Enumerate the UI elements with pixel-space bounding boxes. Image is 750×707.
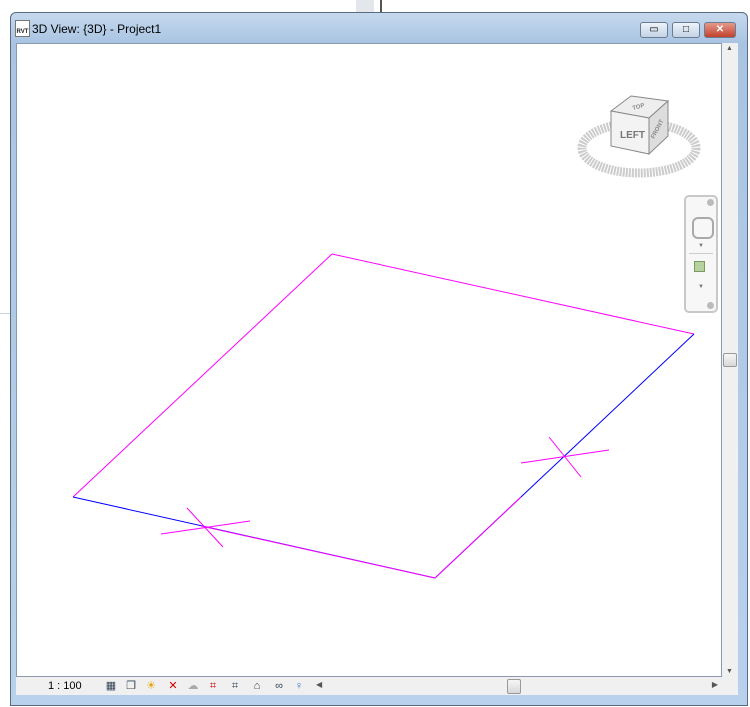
close-button[interactable]: ✕ (704, 22, 736, 38)
viewcube[interactable]: LEFT FRONT TOP (577, 95, 701, 178)
close-navbar-icon[interactable] (707, 199, 714, 206)
navbar-options-icon[interactable] (707, 302, 714, 309)
temporary-hide-icon[interactable]: ∞ (272, 679, 286, 693)
scroll-up-icon[interactable]: ▲ (726, 45, 733, 52)
sun-path-icon[interactable]: ☀ (144, 679, 158, 693)
crop-view-icon[interactable]: ⌗ (206, 679, 220, 693)
chevron-down-icon[interactable]: ▼ (698, 243, 704, 249)
navigation-bar: ▼ ▼ (684, 195, 718, 313)
cube-face-left-label: LEFT (620, 130, 645, 141)
reference-point-marker (160, 507, 251, 548)
lock-view-icon[interactable]: ⌂ (250, 679, 264, 693)
view-control-bar: 1 : 100 ▦ ❒ ☀ ✕ ☁ ⌗ ⌗ ⌂ ∞ ♀ ◀ ▶ (16, 677, 738, 695)
plane-edge (434, 496, 522, 579)
steering-wheel-icon[interactable] (692, 217, 714, 239)
plane-edge (331, 253, 695, 335)
scroll-down-icon[interactable]: ▼ (726, 668, 733, 675)
model-drawing: LEFT FRONT TOP (72, 95, 701, 579)
shadows-icon[interactable]: ✕ (166, 679, 180, 693)
detail-level-icon[interactable]: ▦ (104, 679, 118, 693)
reveal-hidden-icon[interactable]: ♀ (292, 679, 306, 693)
plane-edge (200, 525, 436, 579)
plane-edge (72, 253, 333, 498)
zoom-region-icon[interactable] (694, 261, 705, 272)
scroll-right-icon[interactable]: ▶ (712, 680, 718, 689)
horizontal-scroll-thumb[interactable] (507, 679, 521, 694)
divider (689, 253, 713, 254)
rendering-icon[interactable]: ☁ (186, 679, 200, 693)
vertical-scroll-thumb[interactable] (723, 353, 737, 367)
chevron-down-icon[interactable]: ▼ (698, 284, 704, 290)
show-crop-icon[interactable]: ⌗ (228, 679, 242, 693)
visual-style-icon[interactable]: ❒ (124, 679, 138, 693)
view-scale[interactable]: 1 : 100 (48, 680, 82, 692)
3d-view-canvas[interactable]: LEFT FRONT TOP (16, 43, 722, 677)
reference-point-marker (520, 436, 610, 478)
vertical-scrollbar[interactable]: ▲ ▼ (722, 43, 738, 677)
scroll-left-icon[interactable]: ◀ (316, 680, 322, 689)
horizontal-scrollbar[interactable]: ◀ ▶ (312, 678, 718, 694)
